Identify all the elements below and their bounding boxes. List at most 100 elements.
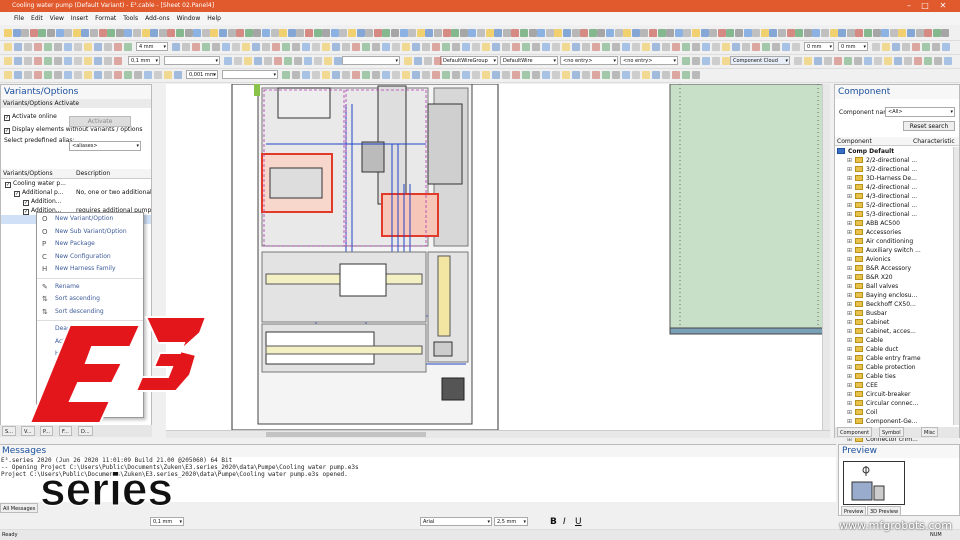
toolbar-tool-icon[interactable] bbox=[542, 71, 550, 79]
expand-icon[interactable]: ⊞ bbox=[847, 336, 855, 345]
line-width-select[interactable]: 4 mm bbox=[136, 42, 168, 51]
toolbar-tool-icon[interactable] bbox=[854, 57, 862, 65]
context-menu-item[interactable]: O New Sub Variant/Option bbox=[37, 226, 143, 239]
toolbar-tool-icon[interactable] bbox=[846, 29, 855, 37]
toolbar-tool-icon[interactable] bbox=[227, 29, 236, 37]
toolbar-tool-icon[interactable] bbox=[872, 43, 880, 51]
component-tree-item[interactable]: ⊞ Cabinet bbox=[847, 318, 957, 327]
toolbar-tool-icon[interactable] bbox=[362, 71, 370, 79]
toolbar-tool-icon[interactable] bbox=[814, 57, 822, 65]
toolbar-tool-icon[interactable] bbox=[272, 43, 280, 51]
toolbar-tool-icon[interactable] bbox=[502, 43, 510, 51]
toolbar-tool-icon[interactable] bbox=[512, 43, 520, 51]
toolbar-tool-icon[interactable] bbox=[941, 29, 950, 37]
expand-icon[interactable]: ⊞ bbox=[847, 372, 855, 381]
toolbar-tool-icon[interactable] bbox=[571, 29, 580, 37]
toolbar-tool-icon[interactable] bbox=[94, 57, 102, 65]
variant-tree-row[interactable]: ✓ Additional p... No, one or two additiona… bbox=[1, 188, 151, 197]
toolbar-tool-icon[interactable] bbox=[365, 29, 374, 37]
toolbar-tool-icon[interactable] bbox=[537, 29, 546, 37]
toolbar-tool-icon[interactable] bbox=[279, 29, 288, 37]
toolbar-tool-icon[interactable] bbox=[743, 29, 752, 37]
toolbar-tool-icon[interactable] bbox=[482, 71, 490, 79]
toolbar-tool-icon[interactable] bbox=[606, 29, 614, 37]
toolbar-tool-icon[interactable] bbox=[224, 57, 232, 65]
component-tree-item[interactable]: ⊞ Ball valves bbox=[847, 282, 957, 291]
toolbar-tool-icon[interactable] bbox=[522, 71, 530, 79]
toolbar-tool-icon[interactable] bbox=[292, 43, 300, 51]
component-tree-item[interactable]: ⊞ Cabinet, acces... bbox=[847, 327, 957, 336]
bold-icon[interactable]: B bbox=[550, 517, 557, 527]
toolbar-tool-icon[interactable] bbox=[24, 71, 32, 79]
expand-icon[interactable]: ⊞ bbox=[847, 363, 855, 372]
toolbar-tool-icon[interactable] bbox=[582, 71, 590, 79]
toolbar-tool-icon[interactable] bbox=[769, 29, 778, 37]
toolbar-tool-icon[interactable] bbox=[492, 43, 500, 51]
toolbar-tool-icon[interactable] bbox=[944, 57, 952, 65]
toolbar-tool-icon[interactable] bbox=[342, 71, 350, 79]
toolbar-tool-icon[interactable] bbox=[54, 43, 62, 51]
drawing-sheet[interactable] bbox=[166, 83, 830, 431]
toolbar-tool-icon[interactable] bbox=[597, 29, 606, 37]
toolbar-tool-icon[interactable] bbox=[262, 29, 270, 37]
component-tree-item[interactable]: ⊞ B&R Accessory bbox=[847, 264, 957, 273]
toolbar-tool-icon[interactable] bbox=[222, 43, 230, 51]
toolbar-tool-icon[interactable] bbox=[392, 43, 400, 51]
toolbar-tool-icon[interactable] bbox=[115, 29, 124, 37]
expand-icon[interactable]: ⊞ bbox=[847, 156, 855, 165]
entry-select-2[interactable]: <no entry> bbox=[620, 56, 678, 65]
context-menu-item[interactable]: P New Package bbox=[37, 238, 143, 251]
component-tree-item[interactable]: ⊞ Cable bbox=[847, 336, 957, 345]
toolbar-tool-icon[interactable] bbox=[399, 29, 408, 37]
toolbar-tool-icon[interactable] bbox=[172, 43, 180, 51]
toolbar-tool-icon[interactable] bbox=[356, 29, 365, 37]
toolbar-tool-icon[interactable] bbox=[330, 29, 339, 37]
toolbar-tool-icon[interactable] bbox=[270, 29, 279, 37]
toolbar-tool-icon[interactable] bbox=[72, 29, 81, 37]
toolbar-tool-icon[interactable] bbox=[652, 71, 660, 79]
toolbar-tool-icon[interactable] bbox=[412, 43, 420, 51]
variant-tree-row[interactable]: ✓ Addition... bbox=[1, 197, 151, 206]
toolbar-tool-icon[interactable] bbox=[432, 43, 440, 51]
toolbar-tool-icon[interactable] bbox=[114, 43, 122, 51]
toolbar-tool-icon[interactable] bbox=[24, 43, 32, 51]
toolbar-tool-icon[interactable] bbox=[915, 29, 924, 37]
component-tree-item[interactable]: ⊞ Cable entry frame bbox=[847, 354, 957, 363]
component-tree-item[interactable]: ⊞ Circular connec... bbox=[847, 399, 957, 408]
toolbar-tool-icon[interactable] bbox=[193, 29, 202, 37]
toolbar-tool-icon[interactable] bbox=[98, 29, 107, 37]
toolbar-tool-icon[interactable] bbox=[372, 71, 380, 79]
toolbar-tool-icon[interactable] bbox=[502, 29, 511, 37]
toolbar-tool-icon[interactable] bbox=[274, 57, 282, 65]
expand-icon[interactable]: ⊞ bbox=[847, 309, 855, 318]
toolbar-tool-icon[interactable] bbox=[391, 29, 399, 37]
toolbar-tool-icon[interactable] bbox=[492, 71, 500, 79]
toolbar-tool-icon[interactable] bbox=[468, 29, 477, 37]
toolbar-tool-icon[interactable] bbox=[373, 29, 382, 37]
toolbar-tool-icon[interactable] bbox=[674, 29, 683, 37]
toolbar-tool-icon[interactable] bbox=[34, 71, 42, 79]
toolbar-tool-icon[interactable] bbox=[742, 43, 750, 51]
toolbar-tool-icon[interactable] bbox=[542, 43, 550, 51]
toolbar-tool-icon[interactable] bbox=[792, 43, 800, 51]
toolbar-tool-icon[interactable] bbox=[434, 29, 442, 37]
toolbar-tool-icon[interactable] bbox=[236, 29, 245, 37]
toolbar-tool-icon[interactable] bbox=[44, 57, 52, 65]
context-menu-item[interactable]: ✎ Rename bbox=[37, 281, 143, 294]
component-tree-item[interactable]: ⊞ Coil bbox=[847, 408, 957, 417]
toolbar-tool-icon[interactable] bbox=[914, 57, 922, 65]
expand-icon[interactable]: ⊞ bbox=[847, 390, 855, 399]
toolbar-tool-icon[interactable] bbox=[795, 29, 804, 37]
toolbar-tool-icon[interactable] bbox=[114, 71, 122, 79]
toolbar-tool-icon[interactable] bbox=[462, 43, 470, 51]
toolbar-tool-icon[interactable] bbox=[459, 29, 468, 37]
context-menu-item[interactable]: C New Configuration bbox=[37, 251, 143, 264]
toolbar-tool-icon[interactable] bbox=[502, 71, 510, 79]
toolbar-tool-icon[interactable] bbox=[84, 43, 92, 51]
minimize-icon[interactable]: – bbox=[902, 0, 916, 12]
toolbar-tool-icon[interactable] bbox=[12, 29, 21, 37]
toolbar-tool-icon[interactable] bbox=[709, 29, 718, 37]
toolbar-tool-icon[interactable] bbox=[14, 71, 22, 79]
toolbar-tool-icon[interactable] bbox=[898, 29, 907, 37]
toolbar-tool-icon[interactable] bbox=[717, 29, 726, 37]
